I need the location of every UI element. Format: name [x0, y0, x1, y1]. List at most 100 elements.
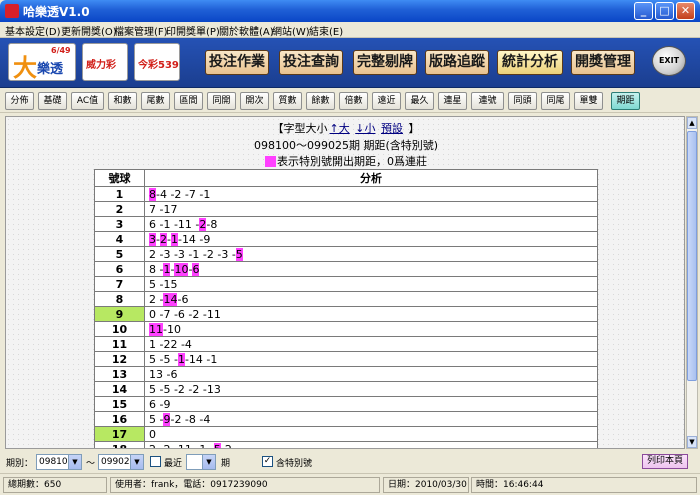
- gap-value: 0 -7 -6 -2 -11: [149, 307, 221, 321]
- report-title: 098100～099025期 期距(含特別號): [253, 139, 439, 152]
- gap-value: 2 -3 -3 -1 -2 -3 -: [149, 247, 236, 261]
- chevron-down-icon[interactable]: ▼: [68, 455, 81, 469]
- chevron-down-icon[interactable]: ▼: [202, 455, 215, 469]
- chevron-down-icon[interactable]: ▼: [130, 455, 143, 469]
- tab-co-open[interactable]: 同開: [207, 92, 236, 110]
- draw-management-button[interactable]: 開獎管理: [571, 50, 635, 75]
- menu-update-draws[interactable]: 更新開獎(O): [61, 23, 117, 38]
- scroll-up-icon[interactable]: ▲: [687, 117, 697, 129]
- full-elimination-button[interactable]: 完整剔牌: [353, 50, 417, 75]
- tab-consecutive-star[interactable]: 連星: [438, 92, 467, 110]
- recent-checkbox[interactable]: [150, 456, 161, 467]
- font-default-link[interactable]: 預設: [381, 122, 403, 135]
- vertical-scrollbar[interactable]: ▲ ▼: [686, 116, 698, 449]
- report-panel: 【字型大小 ↑大 ↓小 預設 】 098100～099025期 期距(含特別號) …: [5, 116, 685, 449]
- tab-sum[interactable]: 和數: [108, 92, 137, 110]
- tab-tail[interactable]: 尾數: [141, 92, 170, 110]
- analysis-cell: 7 -17: [144, 201, 598, 217]
- gap-value: 1 -22 -4: [149, 337, 192, 351]
- period-to-select[interactable]: 099025 ▼: [98, 454, 144, 470]
- period-from-select[interactable]: 098100 ▼: [36, 454, 82, 470]
- tab-basic[interactable]: 基礎: [38, 92, 67, 110]
- gap-value: 0: [149, 427, 156, 441]
- period-gap-table: 號球 分析 18 -4 -2 -7 -1 2 7 -17 3 6 -1 -11 -2 -…: [94, 169, 598, 449]
- bet-query-button[interactable]: 投注查詢: [279, 50, 343, 75]
- daily-539-logo[interactable]: 今彩539: [134, 43, 180, 81]
- tab-distribution[interactable]: 分佈: [5, 92, 34, 110]
- status-bar: 總期數：650 使用者：frank，電話：0917239090 日期：2010/…: [0, 473, 700, 495]
- ball-number-cell: 14: [94, 381, 145, 397]
- tab-consecutive-number[interactable]: 連號: [471, 92, 504, 110]
- gap-value: -2: [220, 442, 232, 449]
- menu-exit[interactable]: 結束(E): [309, 23, 343, 38]
- ball-number-cell: 10: [94, 321, 145, 337]
- gap-value: 5 -5 -2 -2 -13: [149, 382, 221, 396]
- font-size-bracket: 】: [408, 122, 420, 135]
- main-toolbar: 大 樂透 6/49 威力彩 今彩539 投注作業 投注查詢 完整剔牌 版路追蹤 …: [0, 38, 700, 88]
- recent-periods-select[interactable]: ▼: [186, 454, 216, 470]
- menu-website[interactable]: 網站(W): [272, 23, 310, 38]
- betting-button[interactable]: 投注作業: [205, 50, 269, 75]
- tab-odd-even[interactable]: 單雙: [574, 92, 603, 110]
- font-bigger-link[interactable]: ↑大: [330, 122, 350, 135]
- ball-number-cell: 7: [94, 276, 145, 292]
- exit-button[interactable]: EXIT: [652, 46, 686, 76]
- print-page-button[interactable]: 列印本頁: [642, 454, 688, 469]
- scroll-down-icon[interactable]: ▼: [687, 436, 697, 448]
- app-icon: [5, 4, 19, 18]
- range-tilde: ～: [86, 459, 96, 469]
- menu-file-management[interactable]: 檔案管理(F): [114, 23, 168, 38]
- special-gap-value: 2: [159, 232, 167, 246]
- analysis-cell: 6 -9: [144, 396, 598, 412]
- table-row: 15 6 -9: [94, 396, 598, 412]
- power-lottery-logo[interactable]: 威力彩: [82, 43, 128, 81]
- statistics-button[interactable]: 統計分析: [497, 50, 563, 75]
- tab-range[interactable]: 區間: [174, 92, 203, 110]
- minimize-button[interactable]: _: [634, 2, 653, 20]
- tab-multiple[interactable]: 倍數: [339, 92, 368, 110]
- gap-value: 6 -1 -11 -: [149, 217, 200, 231]
- font-smaller-link[interactable]: ↓小: [355, 122, 375, 135]
- analysis-cell: 1 -22 -4: [144, 336, 598, 352]
- table-row: 13 13 -6: [94, 366, 598, 382]
- table-row: 14 5 -5 -2 -2 -13: [94, 381, 598, 397]
- tab-far-near[interactable]: 遠近: [372, 92, 401, 110]
- path-tracking-button[interactable]: 版路追蹤: [425, 50, 489, 75]
- scroll-thumb[interactable]: [687, 131, 697, 381]
- status-user: 使用者：frank，電話：0917239090: [110, 477, 380, 493]
- tab-longest[interactable]: 最久: [405, 92, 434, 110]
- close-button[interactable]: ✕: [676, 2, 695, 20]
- special-gap-value: 11: [149, 322, 163, 336]
- tab-remainder[interactable]: 餘數: [306, 92, 335, 110]
- ball-number-cell: 17: [94, 426, 145, 442]
- special-gap-value: 3: [149, 232, 156, 246]
- ball-number-cell: 11: [94, 336, 145, 352]
- analysis-cell: 2 -14 -6: [144, 291, 598, 307]
- title-bar: 哈樂透V1.0 _ □ ✕: [0, 0, 700, 22]
- analysis-cell: 6 -1 -11 -2 -8: [144, 216, 598, 232]
- font-size-label: 【字型大小: [272, 122, 328, 135]
- maximize-button[interactable]: □: [655, 2, 674, 20]
- analysis-cell: 3 -2 -1 -14 -9: [144, 231, 598, 247]
- tab-same-head[interactable]: 同頭: [508, 92, 537, 110]
- table-row: 68 -1 -10 -6: [94, 261, 598, 277]
- highlight-swatch: [265, 156, 276, 167]
- menu-about[interactable]: 關於軟體(A): [219, 23, 274, 38]
- gap-value: 5 -: [149, 412, 164, 426]
- tab-ac-value[interactable]: AC值: [71, 92, 104, 110]
- tab-prime[interactable]: 質數: [273, 92, 302, 110]
- report-legend: 表示特別號開出期距，0爲連莊: [6, 153, 684, 169]
- ball-number-cell: 3: [94, 216, 145, 232]
- tab-same-tail[interactable]: 同尾: [541, 92, 570, 110]
- analysis-cell: 8 -1 -10 -6: [144, 261, 598, 277]
- lotto-649-logo[interactable]: 大 樂透 6/49: [8, 43, 76, 81]
- table-row: 18 2 -2 -11 -1 -5 -2: [94, 441, 598, 449]
- analysis-cell: 8 -4 -2 -7 -1: [144, 186, 598, 202]
- ball-number-cell: 2: [94, 201, 145, 217]
- tab-open-count[interactable]: 開次: [240, 92, 269, 110]
- analysis-cell: 2 -2 -11 -1 -5 -2: [144, 441, 598, 449]
- tab-period-gap[interactable]: 期距: [611, 92, 640, 110]
- include-special-checkbox[interactable]: ✓: [262, 456, 273, 467]
- menu-print-draws[interactable]: 印開獎單(P): [166, 23, 220, 38]
- menu-basic-settings[interactable]: 基本設定(D): [5, 23, 61, 38]
